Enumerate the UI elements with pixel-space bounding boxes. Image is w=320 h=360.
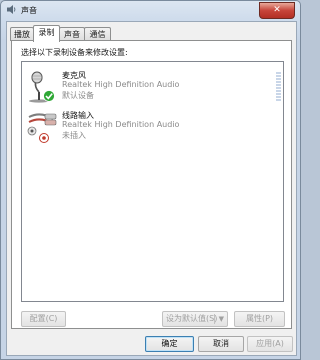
line-in-jack-icon (27, 113, 57, 143)
close-icon: ✕ (273, 5, 281, 15)
device-item-microphone[interactable]: 麦克风 Realtek High Definition Audio 默认设备 (22, 66, 268, 106)
window-title: 声音 (21, 6, 37, 15)
device-driver: Realtek High Definition Audio (62, 80, 180, 89)
device-status: 默认设备 (62, 91, 94, 100)
configure-button[interactable]: 配置(C) (21, 311, 66, 327)
recording-panel: 选择以下录制设备来修改设置: 麦克风 Realtek High Definiti… (11, 40, 292, 329)
microphone-icon (29, 71, 55, 103)
chevron-down-icon[interactable]: ▼ (219, 312, 224, 326)
cancel-button[interactable]: 取消 (198, 336, 244, 352)
sound-dialog: 声音 ✕ 播放 录制 声音 通信 选择以下录制设备来修改设置: 麦克风 Real… (0, 0, 301, 360)
device-list[interactable]: 麦克风 Realtek High Definition Audio 默认设备 线… (21, 61, 284, 302)
title-bar[interactable]: 声音 ✕ (1, 1, 300, 19)
split-divider (214, 314, 215, 324)
device-item-line-in[interactable]: 线路输入 Realtek High Definition Audio 未插入 (22, 106, 268, 146)
tab-recording[interactable]: 录制 (33, 25, 60, 42)
level-meter (276, 72, 281, 101)
tab-sounds[interactable]: 声音 (59, 27, 85, 41)
ok-button[interactable]: 确定 (145, 336, 194, 352)
default-check-icon (43, 90, 55, 102)
device-status: 未插入 (62, 131, 86, 140)
close-button[interactable]: ✕ (259, 2, 295, 19)
tab-communications[interactable]: 通信 (84, 27, 111, 41)
speaker-icon (7, 5, 16, 14)
instruction-label: 选择以下录制设备来修改设置: (21, 48, 128, 57)
properties-button[interactable]: 属性(P) (234, 311, 285, 327)
dialog-client-area: 播放 录制 声音 通信 选择以下录制设备来修改设置: 麦克风 Realtek H… (6, 21, 297, 356)
set-default-split-button[interactable]: 设为默认值(S) ▼ (162, 311, 228, 327)
tab-playback[interactable]: 播放 (10, 27, 34, 41)
device-driver: Realtek High Definition Audio (62, 120, 180, 129)
unplugged-icon (39, 133, 49, 143)
apply-button[interactable]: 应用(A) (247, 336, 293, 352)
set-default-label: 设为默认值(S) (166, 314, 218, 323)
